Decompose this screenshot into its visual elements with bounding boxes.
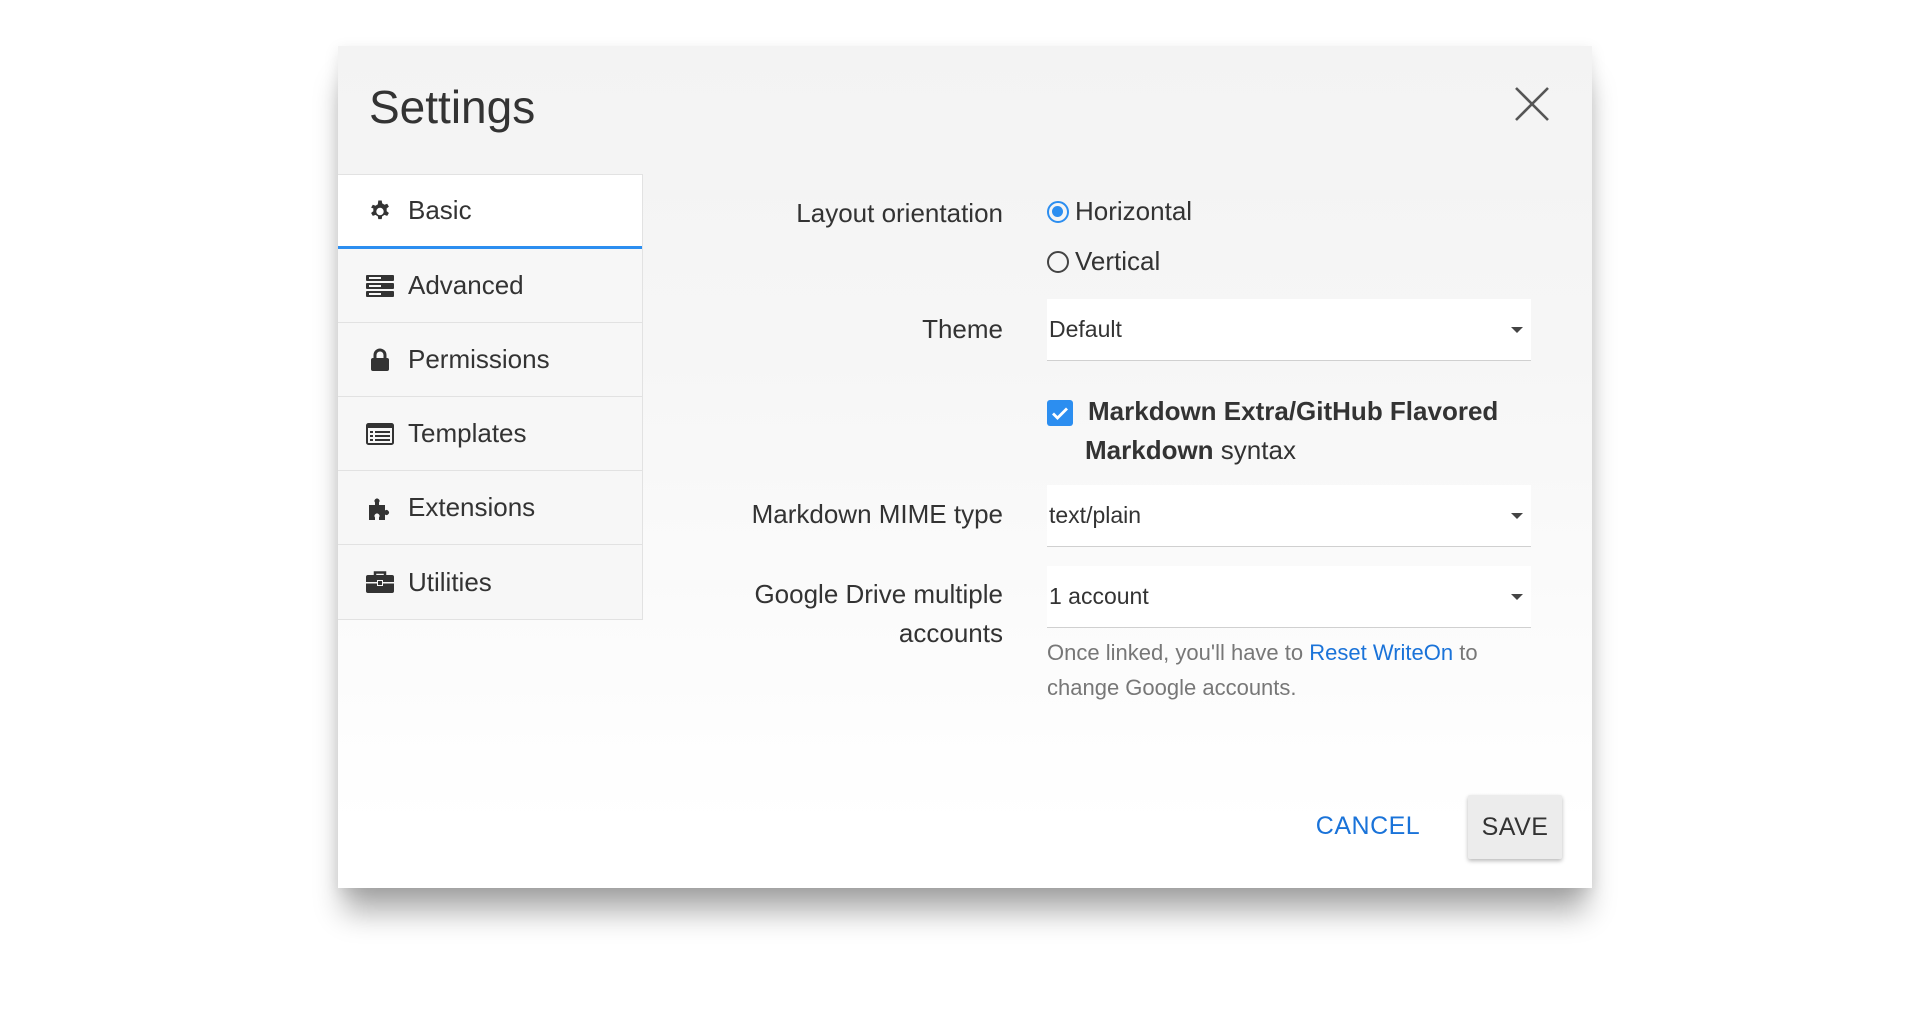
theme-select[interactable]: Default <box>1047 299 1531 361</box>
gear-icon <box>366 197 394 225</box>
sidebar-item-advanced[interactable]: Advanced <box>338 249 642 323</box>
lock-icon <box>366 346 394 374</box>
radio-horizontal[interactable]: Horizontal <box>1047 196 1192 227</box>
close-icon <box>1515 87 1549 121</box>
select-value: text/plain <box>1049 502 1142 528</box>
briefcase-icon <box>366 568 394 596</box>
google-drive-help-text: Once linked, you'll have to Reset WriteO… <box>1047 635 1527 705</box>
markdown-extra-checkbox[interactable] <box>1047 400 1073 426</box>
theme-label: Theme <box>922 314 1003 344</box>
sidebar-item-utilities[interactable]: Utilities <box>338 545 642 619</box>
help-text-before: Once linked, you'll have to <box>1047 640 1310 665</box>
save-button[interactable]: SAVE <box>1468 795 1562 859</box>
settings-dialog: Settings Basic Advanced Permissions Temp… <box>338 46 1592 888</box>
caret-down-icon <box>1511 513 1523 519</box>
radio-button-checked[interactable] <box>1047 200 1069 223</box>
caret-down-icon <box>1511 327 1523 333</box>
markdown-extra-bold-2: Markdown <box>1085 435 1214 465</box>
settings-sidebar: Basic Advanced Permissions Templates Ext… <box>338 174 643 620</box>
dialog-title: Settings <box>369 81 536 133</box>
google-drive-label: Google Drive multiple accounts <box>603 575 1003 653</box>
markdown-extra-bold-1: Markdown Extra/GitHub Flavored <box>1088 396 1499 426</box>
sidebar-item-label: Templates <box>408 418 527 448</box>
reset-writeon-link[interactable]: Reset WriteOn <box>1309 640 1453 665</box>
sidebar-item-basic[interactable]: Basic <box>338 175 642 249</box>
sidebar-item-templates[interactable]: Templates <box>338 397 642 471</box>
radio-label: Vertical <box>1075 246 1161 276</box>
mime-type-select[interactable]: text/plain <box>1047 485 1531 547</box>
cancel-button[interactable]: CANCEL <box>1298 796 1438 856</box>
mime-type-label: Markdown MIME type <box>751 499 1003 529</box>
close-button[interactable] <box>1512 84 1552 124</box>
radio-label: Horizontal <box>1075 196 1193 226</box>
select-value: 1 account <box>1049 583 1149 609</box>
list-icon <box>366 420 394 448</box>
markdown-extra-label: Markdown Extra/GitHub Flavored <box>1047 392 1537 431</box>
google-drive-label-line2: accounts <box>898 618 1003 648</box>
radio-vertical[interactable]: Vertical <box>1047 246 1160 277</box>
sidebar-item-extensions[interactable]: Extensions <box>338 471 642 545</box>
markdown-extra-label-line2: Markdown syntax <box>1047 431 1537 470</box>
checkmark-icon <box>1052 407 1068 420</box>
sidebar-item-label: Utilities <box>408 566 492 597</box>
puzzle-icon <box>366 494 394 522</box>
google-drive-label-line1: Google Drive multiple <box>754 579 1003 609</box>
caret-down-icon <box>1511 594 1523 600</box>
sidebar-item-label: Permissions <box>408 344 550 374</box>
layout-orientation-label: Layout orientation <box>796 198 1003 228</box>
server-icon <box>366 272 394 300</box>
markdown-extra-option: Markdown Extra/GitHub Flavored Markdown … <box>1047 392 1537 470</box>
sidebar-item-label: Extensions <box>408 492 536 522</box>
select-value: Default <box>1049 316 1122 342</box>
sidebar-item-label: Advanced <box>408 270 524 300</box>
google-drive-select[interactable]: 1 account <box>1047 566 1531 628</box>
markdown-extra-rest: syntax <box>1213 435 1296 465</box>
sidebar-item-permissions[interactable]: Permissions <box>338 323 642 397</box>
radio-button[interactable] <box>1047 250 1069 273</box>
sidebar-item-label: Basic <box>408 195 472 225</box>
